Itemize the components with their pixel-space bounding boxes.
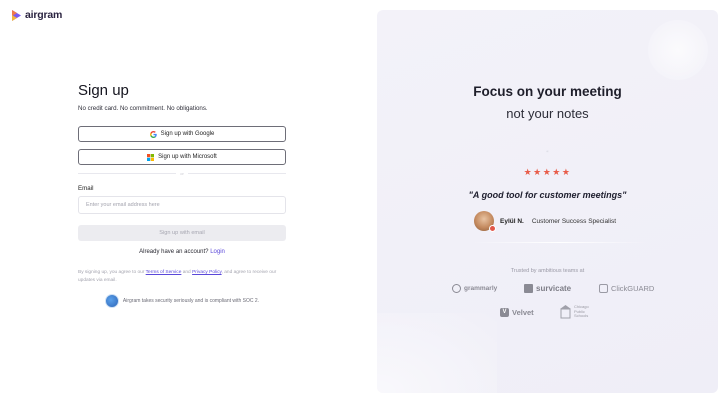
survicate-icon <box>524 284 533 293</box>
survicate-logo: survicate <box>524 284 571 293</box>
velvet-icon: V <box>500 308 509 317</box>
clickguard-icon <box>599 284 608 293</box>
login-link[interactable]: Login <box>210 249 225 255</box>
testimonial-panel: Focus on your meeting not your notes “ ★… <box>377 10 718 393</box>
terms-prefix: By signing up, you agree to our <box>78 270 145 275</box>
microsoft-signup-label: Sign up with Microsoft <box>158 154 217 160</box>
reviewer-name: Eylül N. <box>500 217 524 225</box>
google-icon <box>149 130 157 138</box>
google-signup-button[interactable]: Sign up with Google <box>78 126 286 142</box>
avatar <box>474 211 496 232</box>
signup-form: Sign up No credit card. No commitment. N… <box>78 82 286 308</box>
logo-text: airgram <box>25 9 63 21</box>
security-notice: Airgram takes security seriously and is … <box>78 294 286 308</box>
trusted-caption: Trusted by ambitious teams at <box>510 268 585 274</box>
email-field[interactable] <box>78 196 286 214</box>
microsoft-signup-button[interactable]: Sign up with Microsoft <box>78 149 286 165</box>
google-signup-label: Sign up with Google <box>160 131 215 137</box>
security-note: Airgram takes security seriously and is … <box>122 298 260 304</box>
velvet-name: Velvet <box>512 308 534 317</box>
email-signup-button[interactable]: Sign up with email <box>78 225 286 241</box>
airgram-logo[interactable]: airgram <box>12 9 62 21</box>
page-subtitle: No credit card. No commitment. No obliga… <box>78 105 208 112</box>
cps-icon <box>560 305 571 319</box>
or-divider: or <box>78 171 286 176</box>
clickguard-logo: ClickGUARD <box>599 284 654 293</box>
testimonial-quote: "A good tool for customer meetings" <box>468 190 627 200</box>
g2-badge-icon <box>489 225 496 232</box>
grammarly-icon <box>452 284 461 293</box>
airgram-logo-icon <box>12 9 21 21</box>
quote-mark-icon: “ <box>546 151 549 157</box>
panel-decoration <box>648 20 708 80</box>
velvet-logo: V Velvet <box>500 308 534 317</box>
login-prompt: Already have an account? Login <box>78 249 286 255</box>
panel-divider <box>472 242 647 243</box>
divider-line <box>187 173 286 174</box>
grammarly-logo: grammarly <box>452 284 497 293</box>
terms-notice: By signing up, you agree to our Terms of… <box>78 269 286 284</box>
terms-of-service-link[interactable]: Terms of Service <box>146 270 182 275</box>
rating-stars: ★★★★★ <box>523 167 572 177</box>
privacy-policy-link[interactable]: Privacy Policy <box>192 270 222 275</box>
email-label: Email <box>78 185 94 192</box>
soc2-badge-icon <box>104 294 119 308</box>
chicago-name: Chicago Public Schools <box>574 304 589 319</box>
microsoft-icon <box>147 153 155 161</box>
reviewer-role: Customer Success Specialist <box>531 217 617 225</box>
chicago-public-schools-logo: Chicago Public Schools <box>560 305 596 319</box>
reviewer: Eylül N. Customer Success Specialist <box>474 211 617 232</box>
terms-and: and <box>182 270 191 275</box>
page-title: Sign up <box>78 82 129 99</box>
divider-line <box>78 173 177 174</box>
panel-subheadline: not your notes <box>506 106 589 121</box>
grammarly-name: grammarly <box>464 285 498 292</box>
survicate-name: survicate <box>536 284 572 293</box>
divider-text: or <box>180 171 184 176</box>
panel-headline: Focus on your meeting <box>473 84 622 99</box>
login-prompt-text: Already have an account? <box>139 249 209 255</box>
panel-decoration <box>377 313 497 393</box>
clickguard-name: ClickGUARD <box>611 284 655 293</box>
